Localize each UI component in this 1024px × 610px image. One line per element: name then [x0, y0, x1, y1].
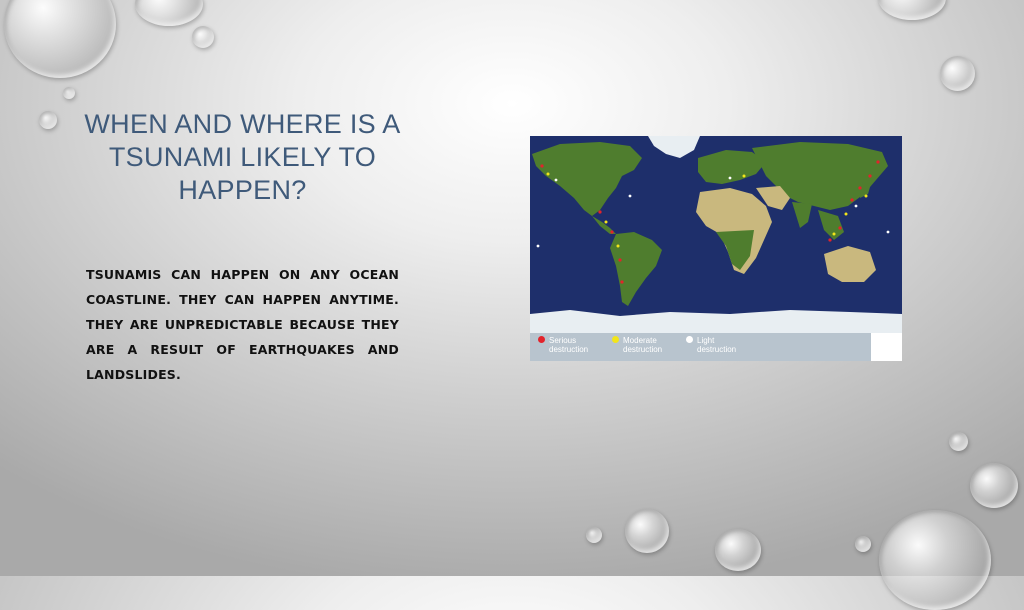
water-droplet-decoration [940, 56, 975, 91]
light-marker [536, 244, 540, 248]
light-marker [854, 204, 858, 208]
slide-body-text: TSUNAMIS CAN HAPPEN ON ANY OCEAN COASTLI… [86, 267, 399, 382]
moderate-marker [546, 172, 550, 176]
water-droplet-decoration [949, 432, 968, 451]
legend-serious-label: Serious destruction [549, 336, 589, 354]
light-marker [728, 176, 732, 180]
serious-marker [850, 198, 854, 202]
serious-marker [620, 280, 624, 284]
slide-title: WHEN AND WHERE IS A TSUNAMI LIKELY TO HA… [84, 109, 401, 205]
moderate-marker [742, 174, 746, 178]
moderate-marker [604, 220, 608, 224]
serious-marker [540, 164, 544, 168]
serious-marker [598, 210, 602, 214]
water-droplet-decoration [715, 529, 761, 571]
moderate-marker [616, 244, 620, 248]
moderate-marker [832, 232, 836, 236]
water-droplet-decoration [192, 26, 214, 48]
water-droplet-decoration [970, 463, 1018, 508]
serious-marker [876, 160, 880, 164]
legend-moderate-label: Moderate destruction [623, 336, 663, 354]
water-droplet-decoration [135, 0, 203, 26]
water-droplet-decoration [625, 509, 669, 553]
world-map-graphic [530, 136, 902, 333]
moderate-marker [844, 212, 848, 216]
serious-marker [610, 230, 614, 234]
water-droplet-decoration [63, 87, 75, 99]
light-marker [628, 194, 632, 198]
serious-marker [828, 238, 832, 242]
moderate-marker [864, 194, 868, 198]
water-droplet-decoration [855, 536, 871, 552]
water-droplet-decoration [4, 0, 116, 78]
light-marker [886, 230, 890, 234]
map-legend: Serious destruction Moderate destruction… [530, 333, 871, 361]
serious-marker [858, 186, 862, 190]
water-droplet-decoration [879, 510, 991, 610]
light-swatch [686, 336, 693, 343]
water-droplet-decoration [39, 111, 57, 129]
serious-swatch [538, 336, 545, 343]
map-corner-blank [871, 333, 902, 361]
legend-light-label: Light destruction [697, 336, 737, 354]
water-droplet-decoration [878, 0, 946, 20]
tsunami-world-map: Serious destruction Moderate destruction… [530, 136, 902, 361]
serious-marker [868, 174, 872, 178]
light-marker [554, 178, 558, 182]
serious-marker [618, 258, 622, 262]
serious-marker [838, 226, 842, 230]
water-droplet-decoration [586, 527, 602, 543]
moderate-swatch [612, 336, 619, 343]
